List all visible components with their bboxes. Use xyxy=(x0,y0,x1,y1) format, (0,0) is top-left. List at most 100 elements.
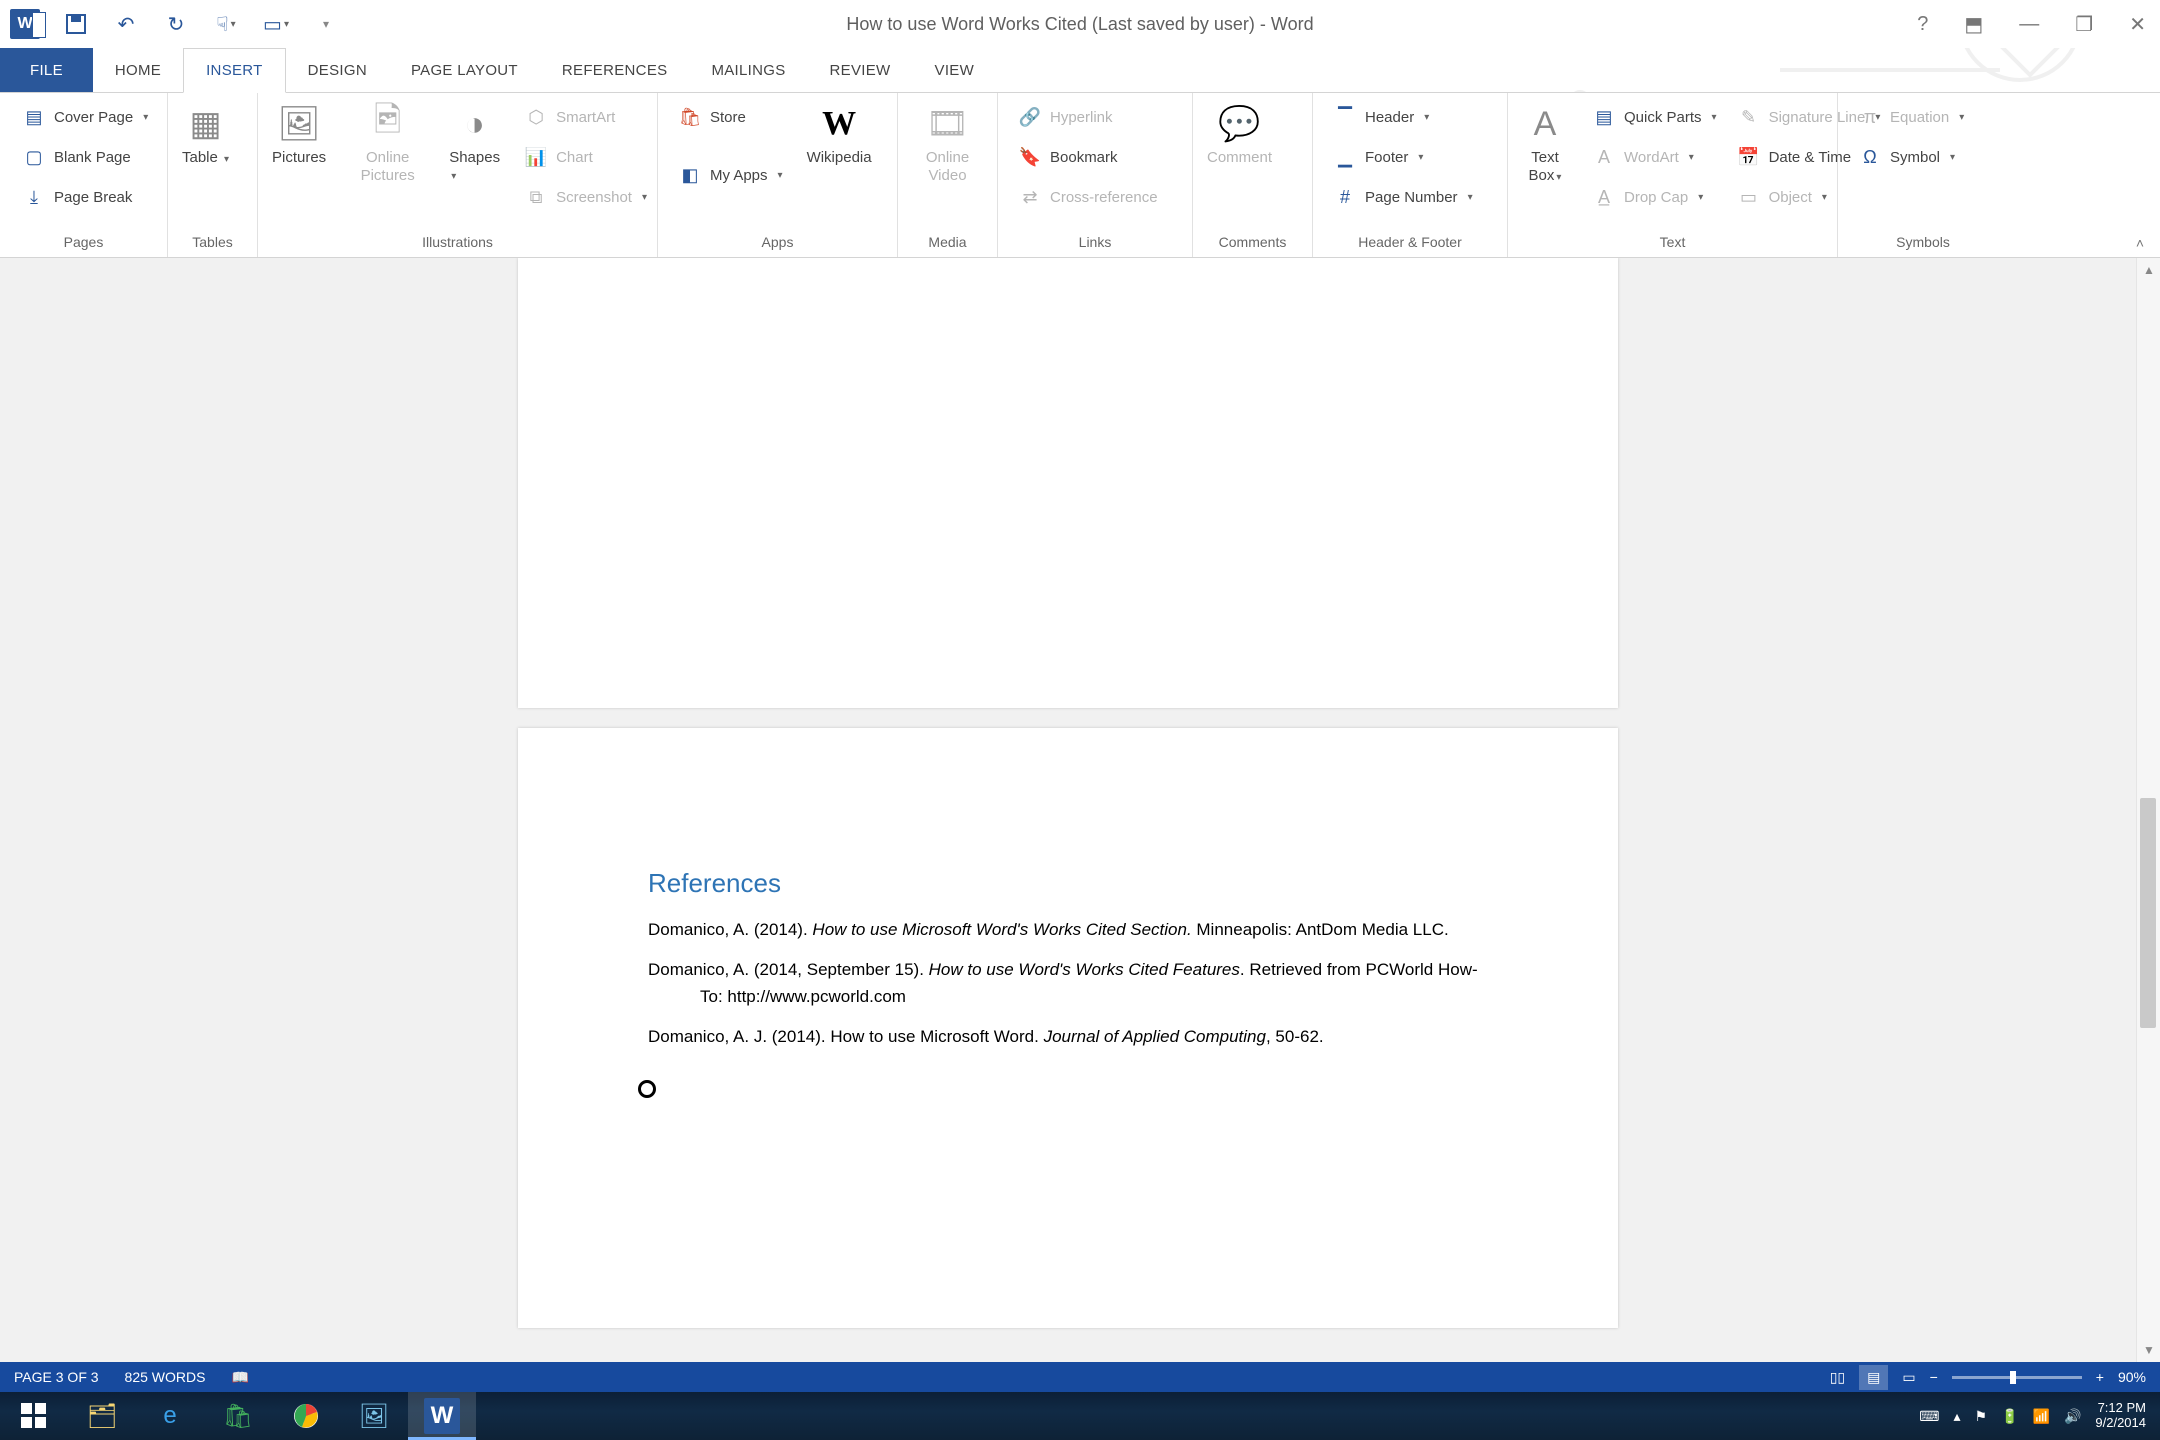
tab-mailings[interactable]: MAILINGS xyxy=(689,48,807,92)
network-icon[interactable]: 📶 xyxy=(2033,1408,2050,1425)
save-icon[interactable] xyxy=(62,10,90,38)
word-taskbar-icon[interactable]: W xyxy=(408,1392,476,1440)
title-bar: W ↶ ↻ ☟▾ ▭▾ ▾ How to use Word Works Cite… xyxy=(0,0,2160,48)
tab-file[interactable]: FILE xyxy=(0,48,93,92)
print-layout-icon[interactable]: ▤ xyxy=(1859,1365,1888,1390)
help-icon[interactable]: ? xyxy=(1917,13,1928,36)
page-break-button[interactable]: ⤓Page Break xyxy=(12,177,158,217)
group-label-illustrations: Illustrations xyxy=(258,231,657,257)
chrome-icon[interactable] xyxy=(272,1392,340,1440)
collapse-ribbon-icon[interactable]: ˄ xyxy=(2136,235,2144,251)
footer-button[interactable]: ▁Footer▾ xyxy=(1323,137,1483,177)
zoom-out-icon[interactable]: − xyxy=(1930,1369,1938,1385)
keyboard-icon[interactable]: ⌨ xyxy=(1919,1408,1939,1425)
page-previous xyxy=(518,258,1618,708)
my-apps-button[interactable]: ◧My Apps▾ xyxy=(668,155,793,195)
ribbon: ▤Cover Page▾ ▢Blank Page ⤓Page Break Pag… xyxy=(0,93,2160,258)
battery-icon[interactable]: 🔋 xyxy=(2001,1408,2018,1425)
zoom-slider[interactable] xyxy=(1952,1376,2082,1379)
tab-review[interactable]: REVIEW xyxy=(808,48,913,92)
group-label-symbols: Symbols xyxy=(1838,231,2008,257)
scroll-down-icon[interactable]: ▼ xyxy=(2137,1338,2160,1362)
tray-up-icon[interactable]: ▴ xyxy=(1953,1408,1960,1425)
smartart-button[interactable]: ⬡SmartArt xyxy=(514,97,657,137)
volume-icon[interactable]: 🔊 xyxy=(2064,1408,2081,1425)
start-button[interactable] xyxy=(0,1392,68,1440)
undo-icon[interactable]: ↶ xyxy=(112,10,140,38)
tab-references[interactable]: REFERENCES xyxy=(540,48,690,92)
symbol-button[interactable]: ΩSymbol▾ xyxy=(1848,137,1974,177)
references-heading: References xyxy=(648,868,1488,899)
chart-button[interactable]: 📊Chart xyxy=(514,137,657,177)
comment-button[interactable]: 💬Comment xyxy=(1193,93,1286,166)
store-button[interactable]: 🛍Store xyxy=(668,97,793,137)
photos-icon[interactable]: 🖼 xyxy=(340,1392,408,1440)
header-button[interactable]: ▔Header▾ xyxy=(1323,97,1483,137)
cover-page-icon: ▤ xyxy=(22,105,46,129)
tab-view[interactable]: VIEW xyxy=(913,48,997,92)
table-button[interactable]: ▦Table ▾ xyxy=(168,93,243,166)
online-pictures-button[interactable]: 🖻Online Pictures xyxy=(340,93,435,185)
tab-page-layout[interactable]: PAGE LAYOUT xyxy=(389,48,540,92)
shapes-button[interactable]: ◑Shapes ▾ xyxy=(435,93,514,183)
ie-icon[interactable]: e xyxy=(136,1392,204,1440)
header-icon: ▔ xyxy=(1333,105,1357,129)
page-number-button[interactable]: #Page Number▾ xyxy=(1323,177,1483,217)
minimize-icon[interactable]: — xyxy=(2019,13,2039,36)
blank-page-button[interactable]: ▢Blank Page xyxy=(12,137,158,177)
redo-icon[interactable]: ↻ xyxy=(162,10,190,38)
tab-design[interactable]: DESIGN xyxy=(286,48,389,92)
group-label-media: Media xyxy=(898,231,997,257)
ribbon-display-icon[interactable]: ⬒ xyxy=(1964,12,1983,37)
tab-insert[interactable]: INSERT xyxy=(183,48,286,93)
signature-icon: ✎ xyxy=(1737,105,1761,129)
clock[interactable]: 7:12 PM9/2/2014 xyxy=(2095,1401,2146,1431)
pictures-button[interactable]: 🖼Pictures xyxy=(258,93,340,166)
online-video-icon: 🎞 xyxy=(925,101,971,147)
flag-icon[interactable]: ⚑ xyxy=(1975,1408,1988,1425)
shapes-icon: ◑ xyxy=(452,101,498,147)
window-icon[interactable]: ▭▾ xyxy=(262,10,290,38)
online-video-button[interactable]: 🎞Online Video xyxy=(898,93,997,185)
page-number-icon: # xyxy=(1333,185,1357,209)
chart-icon: 📊 xyxy=(524,145,548,169)
scroll-up-icon[interactable]: ▲ xyxy=(2137,258,2160,282)
vertical-scrollbar[interactable]: ▲ ▼ xyxy=(2136,258,2160,1362)
text-box-button[interactable]: AText Box▾ xyxy=(1508,93,1582,185)
wordart-button[interactable]: AWordArt▾ xyxy=(1582,137,1727,177)
store-app-icon[interactable]: 🛍 xyxy=(204,1392,272,1440)
touch-mode-icon[interactable]: ☟▾ xyxy=(212,10,240,38)
pictures-icon: 🖼 xyxy=(276,101,322,147)
page-current: References Domanico, A. (2014). How to u… xyxy=(518,728,1618,1328)
hyperlink-button[interactable]: 🔗Hyperlink xyxy=(1008,97,1168,137)
read-mode-icon[interactable]: ▯▯ xyxy=(1830,1369,1845,1386)
zoom-in-icon[interactable]: + xyxy=(2096,1369,2104,1385)
file-explorer-icon[interactable]: 🗂 xyxy=(68,1392,136,1440)
cursor-indicator xyxy=(638,1080,656,1098)
smartart-icon: ⬡ xyxy=(524,105,548,129)
equation-button[interactable]: πEquation▾ xyxy=(1848,97,1974,137)
bookmark-icon: 🔖 xyxy=(1018,145,1042,169)
wikipedia-button[interactable]: WWikipedia xyxy=(793,93,886,166)
reference-entry: Domanico, A. J. (2014). How to use Micro… xyxy=(648,1024,1488,1050)
restore-icon[interactable]: ❐ xyxy=(2075,12,2093,37)
symbol-icon: Ω xyxy=(1858,145,1882,169)
screenshot-button[interactable]: ⧉Screenshot▾ xyxy=(514,177,657,217)
cross-reference-button[interactable]: ⇄Cross-reference xyxy=(1008,177,1168,217)
tab-home[interactable]: HOME xyxy=(93,48,183,92)
cover-page-button[interactable]: ▤Cover Page▾ xyxy=(12,97,158,137)
document-area[interactable]: References Domanico, A. (2014). How to u… xyxy=(0,258,2136,1362)
quick-parts-button[interactable]: ▤Quick Parts▾ xyxy=(1582,97,1727,137)
scroll-thumb[interactable] xyxy=(2140,798,2156,1028)
group-label-links: Links xyxy=(998,231,1192,257)
close-icon[interactable]: ✕ xyxy=(2129,12,2146,37)
word-count[interactable]: 825 WORDS xyxy=(125,1369,206,1385)
group-label-apps: Apps xyxy=(658,231,897,257)
page-indicator[interactable]: PAGE 3 OF 3 xyxy=(14,1369,99,1385)
bookmark-button[interactable]: 🔖Bookmark xyxy=(1008,137,1168,177)
drop-cap-button[interactable]: A̲Drop Cap▾ xyxy=(1582,177,1727,217)
web-layout-icon[interactable]: ▭ xyxy=(1902,1369,1915,1386)
spell-check-icon[interactable]: 📖 xyxy=(231,1369,248,1386)
qat-customize-icon[interactable]: ▾ xyxy=(312,10,340,38)
zoom-level[interactable]: 90% xyxy=(2118,1369,2146,1385)
